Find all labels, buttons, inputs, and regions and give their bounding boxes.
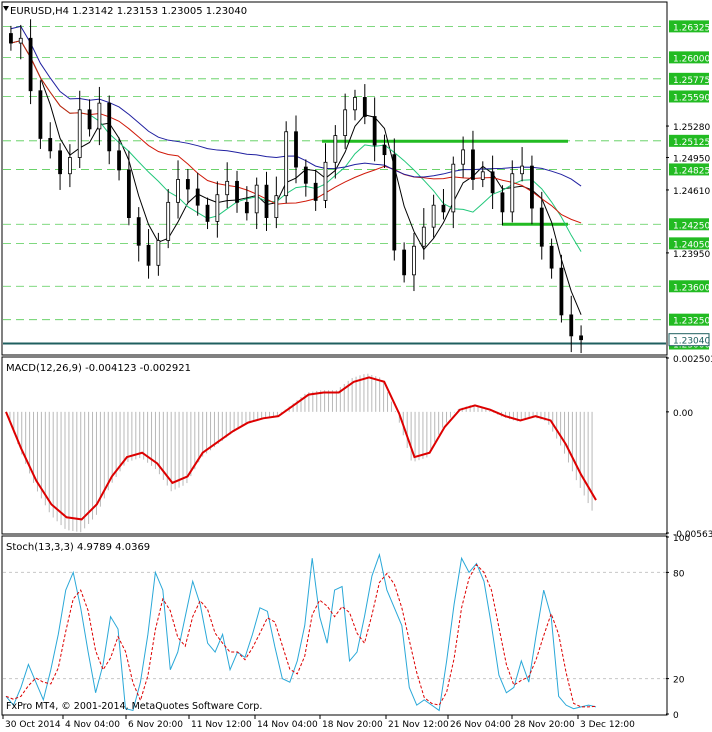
stoch-axis-label: 20 (673, 676, 685, 686)
bearish-candle (490, 171, 495, 194)
bullish-candle (18, 37, 23, 44)
bearish-candle (569, 314, 574, 337)
bullish-candle (225, 180, 230, 196)
bullish-candle (284, 131, 289, 197)
time-label: 6 Nov 20:00 (128, 720, 183, 730)
bearish-candle (559, 267, 564, 316)
chart-window: 1.26325 1.26000 1.25775 1.25590 1.25280 1.251… (0, 0, 712, 732)
bullish-candle (421, 226, 426, 247)
bearish-candle (185, 179, 190, 190)
price-label: 1.24250 (673, 221, 710, 231)
bearish-candle (87, 109, 92, 130)
bearish-candle (392, 154, 397, 251)
bearish-candle (549, 245, 554, 269)
bearish-candle (117, 150, 121, 171)
main-header: EURUSD,H4 1.23142 1.23153 1.23005 1.2304… (10, 6, 247, 17)
price-label: 1.24050 (673, 240, 710, 250)
bearish-candle (441, 204, 446, 213)
bearish-candle (264, 184, 269, 219)
bearish-candle (235, 180, 239, 203)
time-label: 3 Dec 12:00 (580, 720, 635, 730)
bearish-candle (539, 207, 544, 247)
stoch-axis-label: 0 (673, 711, 679, 721)
bearish-candle (107, 102, 112, 152)
bearish-candle (136, 217, 141, 246)
price-label: 1.25280 (673, 123, 710, 133)
time-label: 4 Nov 04:00 (65, 720, 120, 730)
bullish-candle (215, 194, 220, 222)
bullish-candle (451, 163, 456, 213)
current-price-label: 1.23040 (673, 337, 710, 347)
bullish-candle (333, 135, 338, 163)
stoch-axis-label: 80 (673, 569, 685, 579)
bullish-candle (343, 109, 348, 136)
bullish-candle (67, 157, 72, 175)
bearish-candle (471, 149, 475, 180)
time-label: 18 Nov 20:00 (322, 720, 383, 730)
bearish-candle (372, 116, 377, 146)
bearish-candle (579, 335, 583, 341)
bullish-candle (412, 245, 416, 276)
bullish-candle (176, 179, 180, 203)
bearish-candle (58, 150, 62, 175)
price-label: 1.24610 (673, 187, 710, 197)
price-label: 1.25125 (673, 138, 710, 148)
bearish-candle (303, 166, 308, 184)
price-label: 1.23600 (673, 283, 710, 293)
time-label: 26 Nov 04:00 (450, 720, 511, 730)
price-label: 1.26000 (673, 54, 710, 64)
time-label: 28 Nov 20:00 (514, 720, 575, 730)
bullish-candle (254, 184, 259, 214)
price-label: 1.24825 (673, 166, 710, 176)
chart-canvas: 1.26325 1.26000 1.25775 1.25590 1.25280 1.251… (0, 0, 712, 732)
bearish-candle (146, 244, 151, 266)
stoch-axis-label: 100 (673, 534, 690, 544)
bearish-candle (195, 188, 200, 206)
bearish-candle (402, 249, 407, 276)
time-label: 11 Nov 12:00 (191, 720, 252, 730)
macd-header: MACD(12,26,9) -0.004123 -0.002921 (6, 363, 191, 374)
price-label: 1.23250 (673, 317, 710, 327)
bullish-candle (166, 201, 171, 241)
bullish-candle (510, 173, 515, 213)
copyright-footer: FxPro MT4, © 2001-2014, MetaQuotes Softw… (6, 701, 262, 712)
bearish-candle (362, 97, 367, 117)
stoch-header: Stoch(13,3,3) 4.9789 4.0369 (6, 542, 150, 553)
bearish-candle (500, 192, 505, 213)
price-label: 1.26325 (673, 23, 710, 33)
bearish-candle (382, 144, 387, 156)
bullish-candle (431, 204, 436, 228)
bearish-candle (205, 204, 210, 222)
bullish-candle (353, 97, 357, 111)
bearish-candle (294, 131, 298, 168)
price-label: 1.24950 (673, 155, 710, 165)
macd-axis-label: 0.002503 (673, 355, 712, 365)
price-label: 1.23950 (673, 250, 710, 260)
bullish-candle (480, 171, 485, 180)
bullish-candle (274, 195, 279, 219)
bearish-candle (9, 33, 13, 44)
bullish-candle (520, 165, 525, 175)
bearish-candle (313, 182, 318, 201)
bullish-candle (156, 240, 161, 266)
bearish-candle (48, 138, 53, 152)
bearish-candle (28, 37, 33, 92)
bearish-candle (126, 169, 131, 219)
bullish-candle (461, 149, 466, 165)
bearish-candle (244, 201, 249, 214)
macd-axis-label: 0.00 (673, 409, 693, 419)
time-label: 30 Oct 2014 (5, 720, 61, 730)
time-label: 14 Nov 04:00 (257, 720, 318, 730)
price-label: 1.25775 (673, 76, 710, 86)
bullish-candle (77, 109, 82, 158)
bearish-candle (530, 165, 534, 209)
bearish-candle (38, 90, 43, 139)
bullish-candle (323, 161, 328, 201)
price-label: 1.25590 (673, 93, 710, 103)
time-label: 21 Nov 12:00 (388, 720, 449, 730)
bullish-candle (97, 102, 102, 130)
